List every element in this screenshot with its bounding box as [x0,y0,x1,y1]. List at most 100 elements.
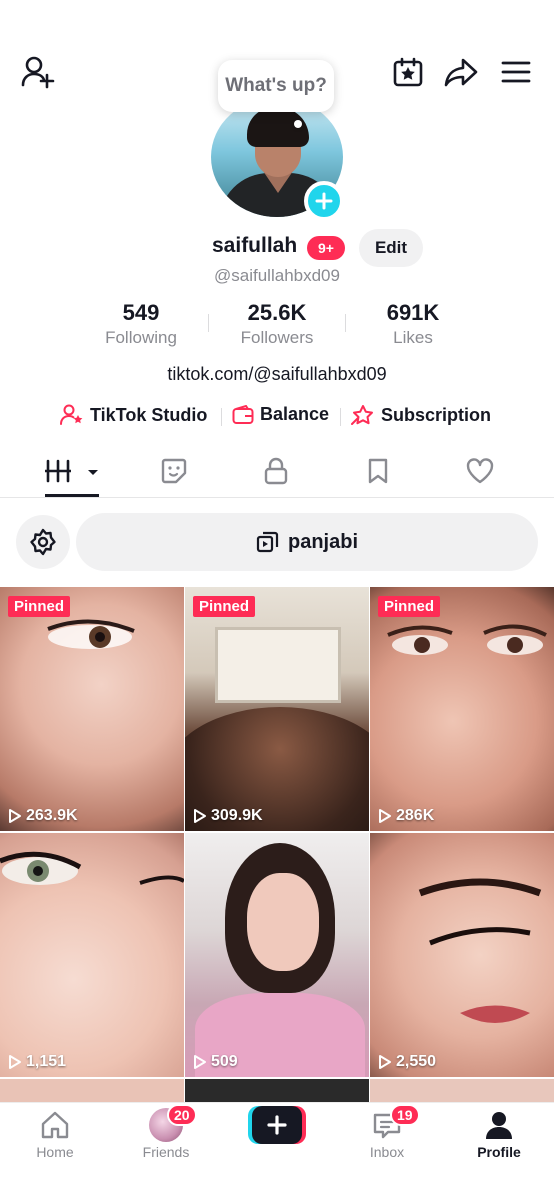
view-count: 2,550 [378,1053,436,1071]
eyes-shape [387,624,547,655]
avatar-add-button[interactable] [304,181,344,221]
home-icon [41,1111,69,1139]
lock-icon [264,457,288,485]
playlist-icon [256,531,279,553]
tab-private[interactable] [246,448,306,494]
menu-icon[interactable] [498,54,534,90]
friends-badge: 20 [167,1104,197,1126]
play-icon [9,809,21,823]
video-thumbnail[interactable] [0,1079,184,1102]
subscription-star-icon [351,405,373,425]
pinned-badge: Pinned [378,596,441,617]
stat-label: Followers [240,328,314,347]
edit-profile-button[interactable]: Edit [359,229,423,267]
video-thumbnail[interactable] [370,1079,554,1102]
status-bubble[interactable]: What's up? [218,60,334,112]
pinned-badge: Pinned [8,596,71,617]
quick-link-label: TikTok Studio [90,404,208,425]
view-count-text: 309.9K [211,807,263,824]
gear-icon [30,528,56,556]
view-count: 286K [378,807,434,825]
status-bubble-text: What's up? [225,75,327,96]
nav-label: Inbox [369,1144,405,1160]
play-icon [379,809,391,823]
window-shape [215,627,341,703]
nav-ghost-strip [0,1172,554,1200]
play-icon [194,1055,206,1069]
video-thumbnail[interactable]: 509 [185,833,369,1077]
view-count-text: 1,151 [26,1053,67,1070]
wallet-icon [232,404,254,424]
view-count: 309.9K [193,807,263,825]
studio-person-icon [60,404,83,425]
play-icon [379,1055,391,1069]
video-thumbnail[interactable]: 1,151 [0,833,184,1077]
video-thumbnail[interactable]: Pinned 263.9K [0,587,184,831]
divider [345,314,346,332]
play-icon [194,809,206,823]
view-count: 509 [193,1053,238,1071]
create-plus-icon [248,1106,306,1144]
filter-settings-button[interactable] [16,515,70,569]
video-thumbnail[interactable]: Pinned 286K [370,587,554,831]
tab-favorites[interactable] [348,448,408,494]
view-count-text: 2,550 [396,1053,437,1070]
subscription-link[interactable]: Subscription [351,404,491,426]
calendar-star-icon[interactable] [390,54,426,90]
tabs-divider [0,497,554,498]
play-icon [9,1055,21,1069]
stat-label: Likes [393,328,433,347]
view-count: 263.9K [8,807,78,825]
tiktok-studio-link[interactable]: TikTok Studio [60,404,207,426]
playlist-label: panjabi [287,530,358,553]
face-features [418,878,542,1023]
nav-inbox[interactable]: 19 Inbox [332,1103,442,1173]
face-shape [247,873,319,971]
eye-shape [47,619,135,649]
nav-profile[interactable]: Profile [444,1103,554,1173]
notification-badge[interactable]: 9+ [307,236,345,260]
divider [340,408,341,426]
stat-value: 691K [386,300,440,325]
video-thumbnail[interactable] [185,1079,369,1102]
pinned-badge: Pinned [193,596,256,617]
heart-icon [466,458,494,484]
video-thumbnail[interactable]: 2,550 [370,833,554,1077]
divider [221,408,222,426]
view-count-text: 263.9K [26,807,78,824]
nav-label: Profile [477,1144,521,1160]
stat-label: Following [105,328,177,347]
nav-friends[interactable]: 20 Friends [111,1103,221,1173]
videos-grid-icon [45,459,98,483]
video-thumbnail[interactable]: Pinned 309.9K [185,587,369,831]
sticker-icon [161,458,187,484]
share-icon[interactable] [442,54,480,90]
balance-link[interactable]: Balance [232,404,329,425]
add-friend-icon[interactable] [18,54,58,90]
nav-label: Friends [142,1144,190,1160]
stat-followers[interactable]: 25.6K Followers [212,300,342,348]
divider [208,314,209,332]
playlist-filter[interactable]: panjabi [76,513,538,571]
bubble-tail [294,120,302,128]
tab-liked[interactable] [450,448,510,494]
bio-link[interactable]: tiktok.com/@saifullahbxd09 [0,364,554,385]
tab-videos[interactable] [42,448,102,494]
view-count-text: 509 [211,1053,238,1070]
view-count: 1,151 [8,1053,66,1071]
plus-icon [315,192,333,210]
view-count-text: 286K [396,807,435,824]
bookmark-icon [368,458,388,484]
quick-link-label: Balance [260,404,330,424]
stat-following[interactable]: 549 Following [76,300,206,348]
nav-label: Home [36,1144,74,1160]
profile-icon [486,1112,512,1139]
tab-reposts[interactable] [144,448,204,494]
username: saifullah [212,234,298,257]
quick-link-label: Subscription [381,404,492,425]
stat-value: 25.6K [247,300,307,325]
eye-shape [0,851,184,885]
stat-likes[interactable]: 691K Likes [348,300,478,348]
nav-home[interactable]: Home [0,1103,110,1173]
create-button[interactable] [248,1106,306,1144]
